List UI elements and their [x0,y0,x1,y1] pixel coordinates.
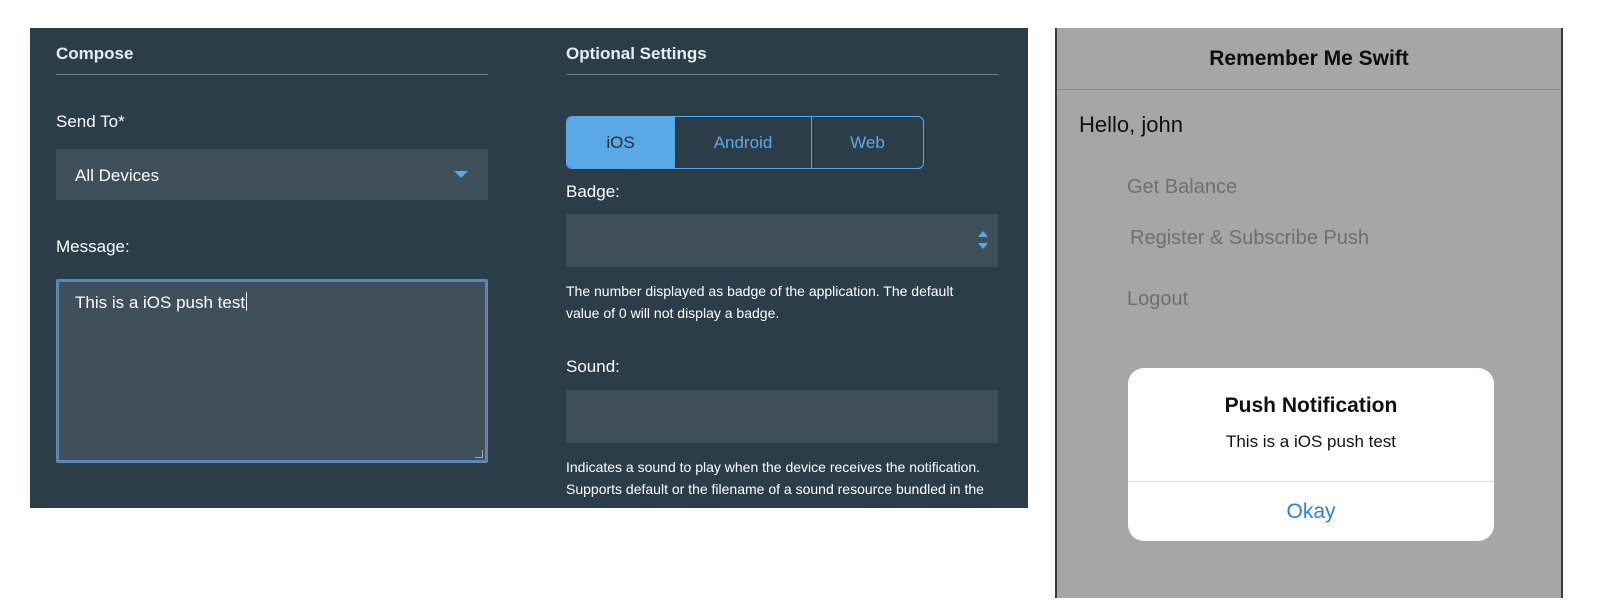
message-label: Message: [56,237,130,256]
message-text: This is a iOS push test [75,293,246,312]
logout-button[interactable]: Logout [1127,288,1188,311]
text-cursor [246,292,248,311]
okay-button[interactable]: Okay [1128,482,1494,541]
optional-settings-divider [566,74,998,75]
sound-label: Sound: [566,357,620,376]
optional-settings-heading: Optional Settings [566,44,707,63]
badge-help-text: The number displayed as badge of the app… [566,280,998,324]
nav-bar: Remember Me Swift [1057,28,1561,90]
sound-help-line: app. [566,500,998,508]
get-balance-button[interactable]: Get Balance [1127,176,1237,199]
greeting-text: Hello, john [1079,112,1183,137]
send-to-select[interactable]: All Devices [56,149,488,200]
tab-ios[interactable]: iOS [567,117,674,168]
badge-label: Badge: [566,182,620,201]
alert-message: This is a iOS push test [1225,432,1397,451]
push-notification-alert: Push Notification This is a iOS push tes… [1128,368,1494,541]
sound-input[interactable] [566,390,998,443]
push-console: Compose Send To* All Devices Message: Th… [30,28,1028,508]
register-subscribe-push-button[interactable]: Register & Subscribe Push [1130,227,1369,250]
stepper-icon[interactable] [978,231,988,249]
send-to-label: Send To* [56,112,125,131]
badge-help-line: value of 0 will not display a badge. [566,305,780,321]
sound-help-line: Supports default or the filename of a so… [566,481,984,497]
tab-web[interactable]: Web [811,117,923,168]
ios-simulator-screen: Remember Me Swift Hello, john Get Balanc… [1055,28,1563,598]
badge-help-line: The number displayed as badge of the app… [566,283,954,299]
resize-grip-icon[interactable] [475,450,483,458]
compose-divider [56,74,488,75]
send-to-value: All Devices [75,166,160,185]
platform-tabs: iOS Android Web [566,116,924,169]
badge-number-input[interactable] [566,214,998,267]
message-textarea[interactable]: This is a iOS push test [56,279,488,463]
alert-title: Push Notification [1224,394,1398,417]
compose-heading: Compose [56,44,134,63]
sound-help-line: Indicates a sound to play when the devic… [566,459,981,475]
nav-title: Remember Me Swift [1209,46,1409,70]
chevron-down-icon[interactable] [454,171,468,178]
sound-help-text: Indicates a sound to play when the devic… [566,456,998,508]
tab-android[interactable]: Android [674,117,811,168]
